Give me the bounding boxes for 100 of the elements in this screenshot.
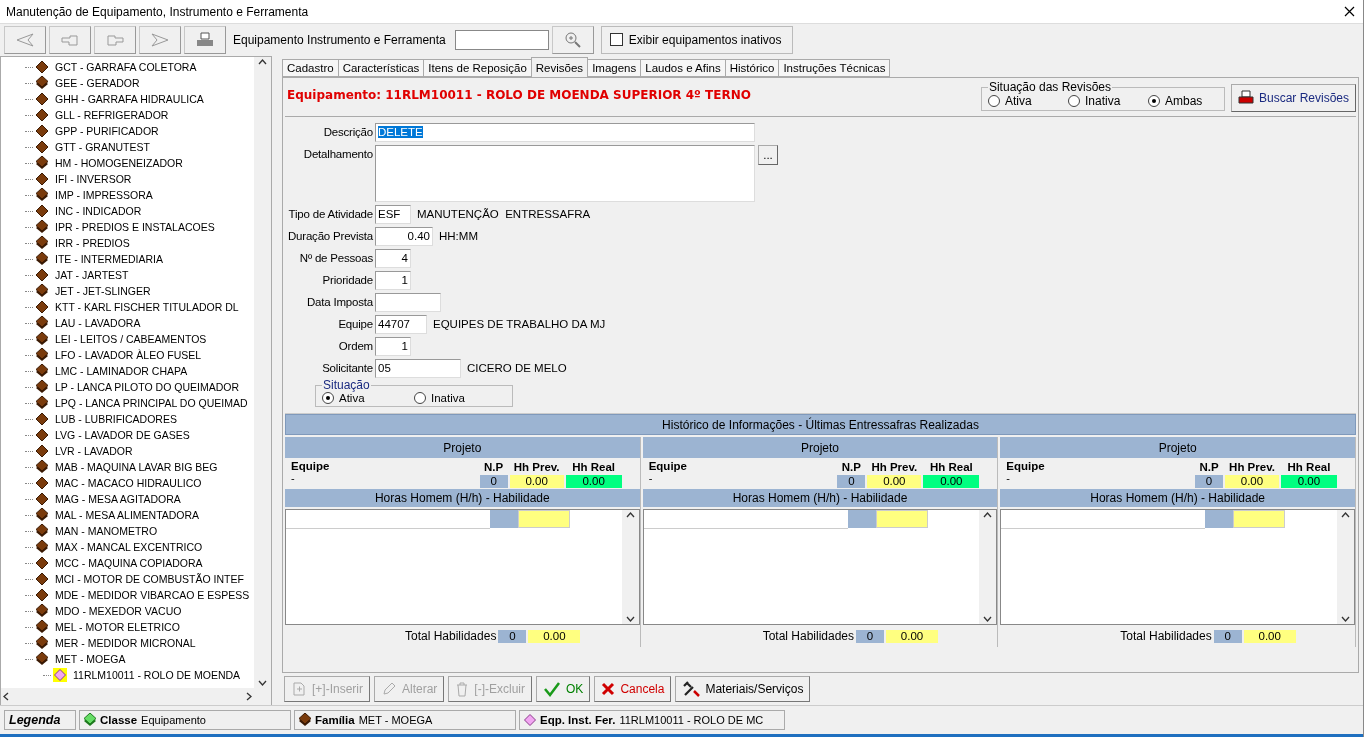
- tree-item[interactable]: INC - INDICADOR: [54, 205, 143, 217]
- tree-node-icon[interactable]: [35, 507, 49, 523]
- input-field[interactable]: 05: [375, 359, 461, 378]
- tree-item[interactable]: IMP - IMPRESSORA: [54, 189, 154, 201]
- input-field[interactable]: [375, 293, 441, 312]
- radio-button[interactable]: [322, 392, 334, 404]
- tree-node-icon[interactable]: [35, 124, 49, 138]
- input-field[interactable]: 4: [375, 249, 411, 268]
- tree-item[interactable]: MEL - MOTOR ELETRICO: [54, 621, 181, 633]
- tree-item[interactable]: IPR - PREDIOS E INSTALACOES: [54, 221, 216, 233]
- tree-node-icon[interactable]: [35, 619, 49, 635]
- tree-item[interactable]: GHH - GARRAFA HIDRAULICA: [54, 93, 205, 105]
- tree-item[interactable]: MCC - MAQUINA COPIADORA: [54, 557, 204, 569]
- tree-item[interactable]: LFO - LAVADOR ÀLEO FUSEL: [54, 349, 203, 361]
- tree-item[interactable]: MER - MEDIDOR MICRONAL: [54, 637, 197, 649]
- tree-node-icon[interactable]: [35, 140, 49, 154]
- tree-node-icon[interactable]: [35, 588, 49, 602]
- tree-item[interactable]: LPQ - LANCA PRINCIPAL DO QUEIMAD: [54, 397, 249, 409]
- tree-item[interactable]: IFI - INVERSOR: [54, 173, 133, 185]
- tree-item[interactable]: LP - LANCA PILOTO DO QUEIMADOR: [54, 381, 240, 393]
- tree-node-icon[interactable]: [35, 315, 49, 331]
- tree-node-icon[interactable]: [35, 428, 49, 442]
- tree-item[interactable]: LVR - LAVADOR: [54, 445, 134, 457]
- radio-button[interactable]: [987, 95, 1000, 107]
- tree-node-icon[interactable]: [35, 204, 49, 218]
- tree-node-icon[interactable]: [35, 268, 49, 282]
- tree-item[interactable]: JAT - JARTEST: [54, 269, 130, 281]
- text-area[interactable]: [375, 145, 755, 202]
- checkbox[interactable]: [609, 33, 623, 46]
- tree-item[interactable]: JET - JET-SLINGER: [54, 285, 152, 297]
- tree-node-icon[interactable]: [35, 412, 49, 426]
- tree-item[interactable]: LVG - LAVADOR DE GASES: [54, 429, 191, 441]
- print-button[interactable]: [184, 25, 226, 54]
- input-field[interactable]: 0.40: [375, 227, 433, 246]
- tree-item[interactable]: ITE - INTERMEDIARIA: [54, 253, 164, 265]
- tree-node-icon[interactable]: [35, 476, 49, 490]
- tree-item[interactable]: MDO - MEXEDOR VACUO: [54, 605, 183, 617]
- tree-item[interactable]: MAX - MANCAL EXCENTRICO: [54, 541, 204, 553]
- tree-node-icon[interactable]: [35, 347, 49, 363]
- tree-item[interactable]: MCI - MOTOR DE COMBUSTÃO INTEF: [54, 573, 245, 585]
- tree-node-icon[interactable]: [35, 172, 49, 186]
- vertical-scrollbar[interactable]: [254, 57, 271, 688]
- horizontal-scrollbar[interactable]: [1, 688, 271, 705]
- input-field[interactable]: 1: [375, 271, 411, 290]
- tab[interactable]: Instruções Técnicas: [778, 59, 891, 77]
- tree-item[interactable]: LAU - LAVADORA: [54, 317, 142, 329]
- tree-node-icon[interactable]: [35, 556, 49, 570]
- tree-item[interactable]: GCT - GARRAFA COLETORA: [54, 61, 198, 73]
- input-field[interactable]: 1: [375, 337, 411, 356]
- action-button[interactable]: OK: [536, 676, 591, 702]
- tree-node-icon[interactable]: [35, 444, 49, 458]
- search-button[interactable]: [551, 25, 594, 54]
- input-field[interactable]: 44707: [375, 315, 427, 334]
- tree-node-icon[interactable]: [35, 300, 49, 314]
- tab[interactable]: Itens de Reposição: [423, 59, 532, 77]
- tree-node-icon[interactable]: [35, 60, 49, 74]
- tree-item[interactable]: MAG - MESA AGITADORA: [54, 493, 182, 505]
- radio-button[interactable]: [1147, 95, 1160, 107]
- vertical-scrollbar[interactable]: [621, 510, 639, 624]
- tree-item[interactable]: LEI - LEITOS / CABEAMENTOS: [54, 333, 208, 345]
- tree-item[interactable]: HM - HOMOGENEIZADOR: [54, 157, 184, 169]
- tree-node-icon[interactable]: [35, 108, 49, 122]
- radio-button[interactable]: [1067, 95, 1080, 107]
- tree-item[interactable]: MAB - MAQUINA LAVAR BIG BEG: [54, 461, 219, 473]
- tree-node-icon[interactable]: [35, 331, 49, 347]
- tree-item[interactable]: MAL - MESA ALIMENTADORA: [54, 509, 201, 521]
- tree-node-icon[interactable]: [35, 155, 49, 171]
- tree-node-icon[interactable]: [35, 251, 49, 267]
- tree-node-icon[interactable]: [35, 235, 49, 251]
- tree-item[interactable]: MET - MOEGA: [54, 653, 127, 665]
- input-field[interactable]: ESF: [375, 205, 411, 224]
- tree-item[interactable]: GEE - GERADOR: [54, 77, 141, 89]
- vertical-scrollbar[interactable]: [1337, 510, 1354, 624]
- tree-item[interactable]: MAC - MACACO HIDRAULICO: [54, 477, 203, 489]
- tree-node-icon[interactable]: [35, 539, 49, 555]
- tree-item[interactable]: MDE - MEDIDOR VIBARCAO E ESPESS: [54, 589, 251, 601]
- tab[interactable]: Imagens: [587, 59, 642, 77]
- tree-node-icon[interactable]: [53, 668, 67, 682]
- tree-item[interactable]: GPP - PURIFICADOR: [54, 125, 160, 137]
- tree-item[interactable]: LMC - LAMINADOR CHAPA: [54, 365, 189, 377]
- tree-node-icon[interactable]: [35, 395, 49, 411]
- tree-node-icon[interactable]: [35, 363, 49, 379]
- tree-node-icon[interactable]: [35, 283, 49, 299]
- tree-item[interactable]: MAN - MANOMETRO: [54, 525, 159, 537]
- radio-button[interactable]: [414, 392, 426, 404]
- close-button[interactable]: [1344, 6, 1355, 17]
- tree-node-icon[interactable]: [35, 492, 49, 506]
- tree-node-icon[interactable]: [35, 651, 49, 667]
- tree-item[interactable]: KTT - KARL FISCHER TITULADOR DL: [54, 301, 240, 313]
- tree-node-icon[interactable]: [35, 219, 49, 235]
- search-revisions-button[interactable]: Buscar Revisões: [1230, 84, 1356, 112]
- tab[interactable]: Cadastro: [282, 59, 339, 77]
- tree-node-icon[interactable]: [35, 187, 49, 203]
- action-button[interactable]: Materiais/Serviços: [675, 676, 811, 702]
- tab[interactable]: Histórico: [724, 59, 780, 77]
- tree-node-icon[interactable]: [35, 572, 49, 586]
- tab[interactable]: Laudos e Afins: [640, 59, 726, 77]
- tree-item[interactable]: GLL - REFRIGERADOR: [54, 109, 170, 121]
- tree-item[interactable]: LUB - LUBRIFICADORES: [54, 413, 178, 425]
- tree-node-icon[interactable]: [35, 635, 49, 651]
